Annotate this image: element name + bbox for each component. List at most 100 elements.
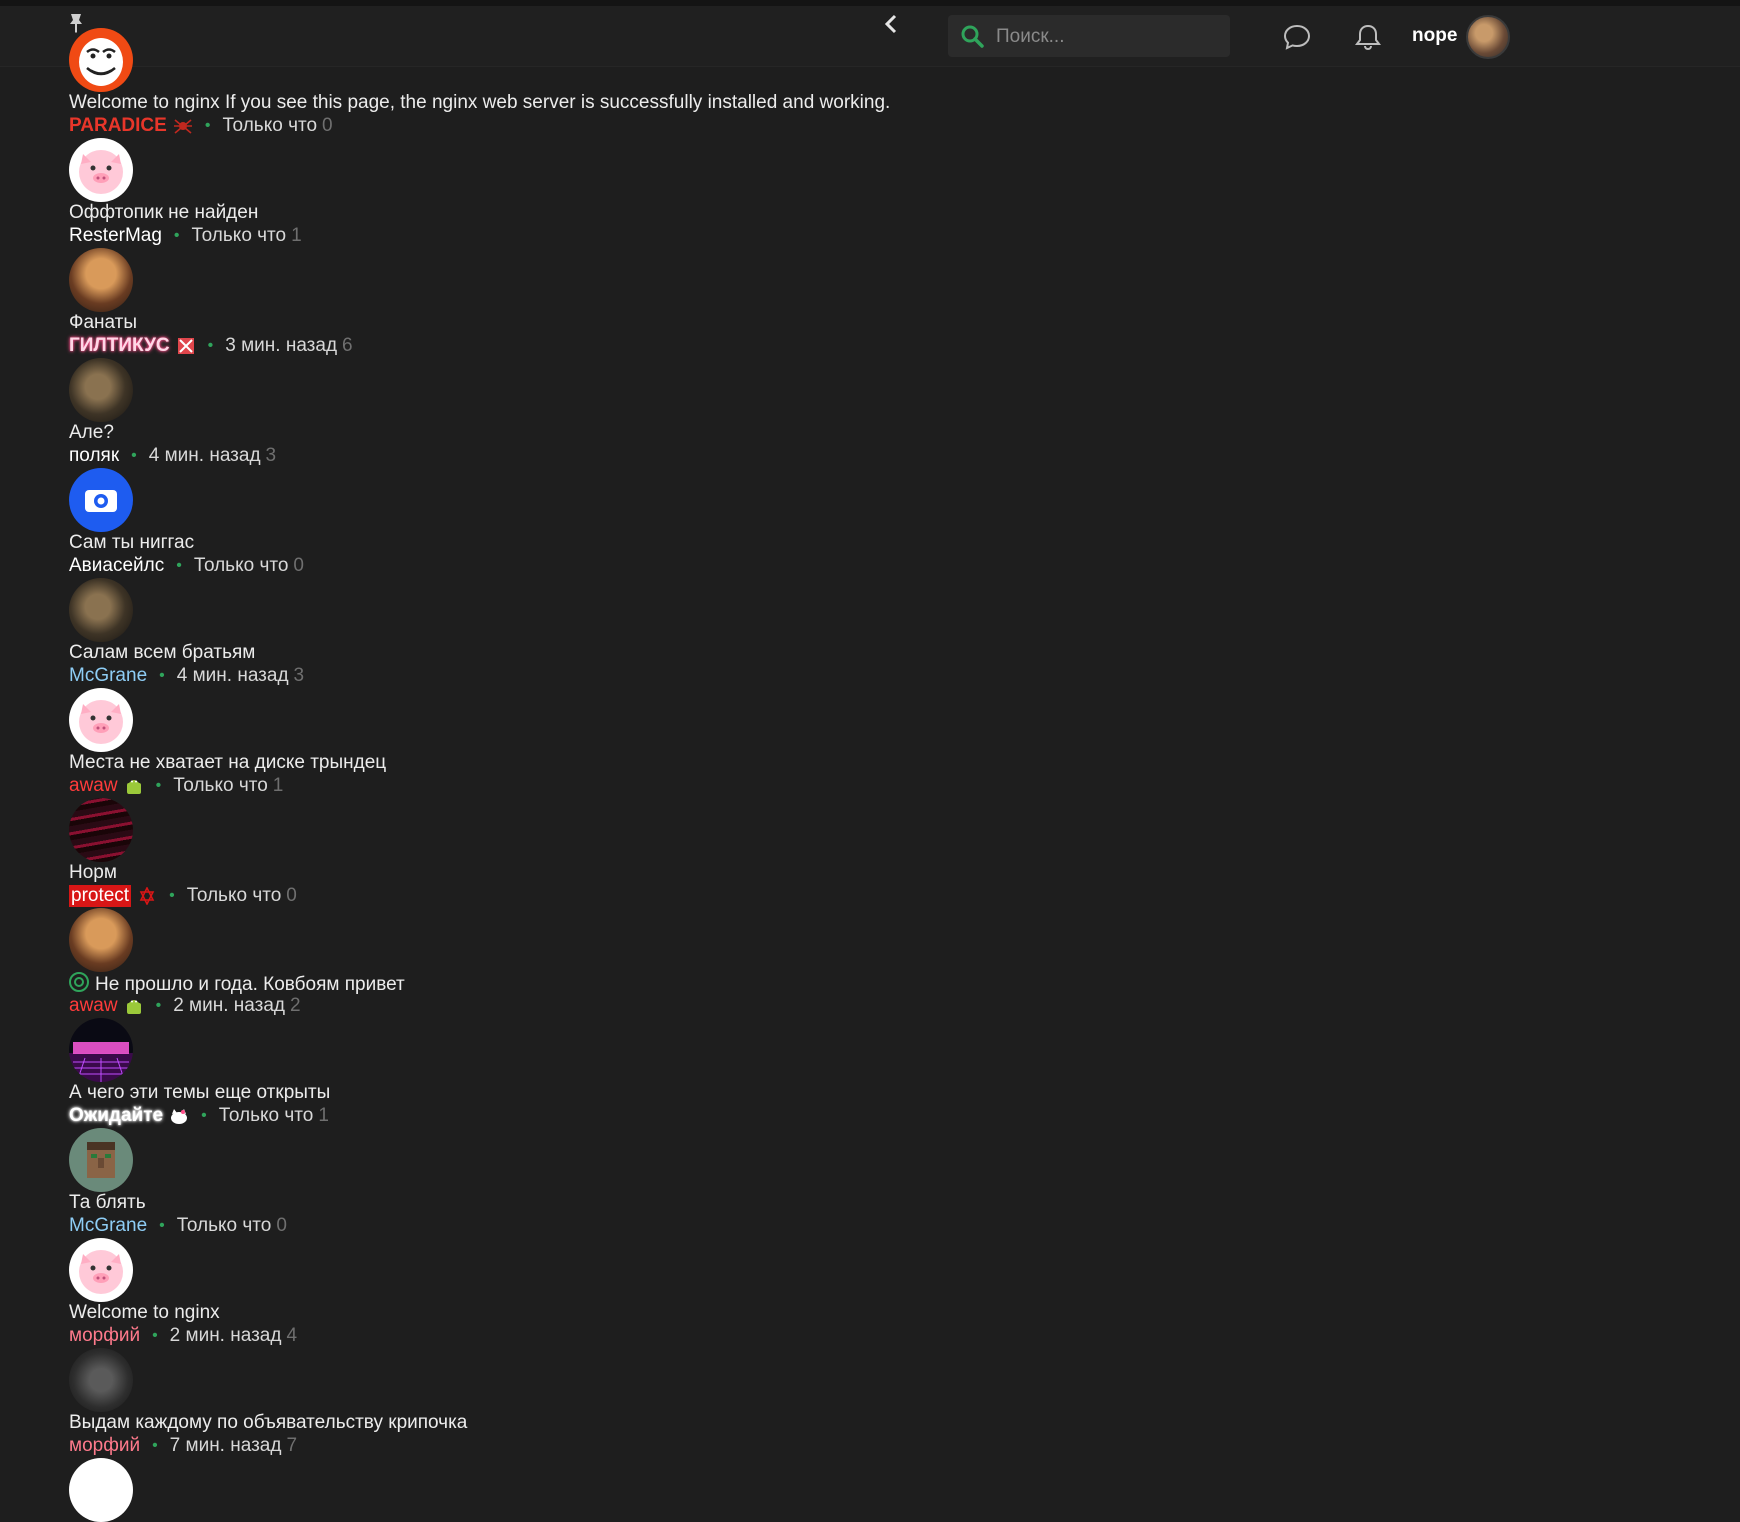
chat-icon[interactable]: [1282, 22, 1312, 52]
topic-meta: поляк • 4 мин. назад 3: [69, 445, 276, 467]
user-avatar[interactable]: [1466, 15, 1510, 59]
topic-meta: морфий • 7 мин. назад 7: [69, 1435, 297, 1457]
bell-icon[interactable]: [1353, 22, 1383, 52]
topic-title[interactable]: Не прошло и года. Ковбоям привет: [69, 972, 405, 996]
avatar[interactable]: [69, 798, 133, 862]
pig-icon: [79, 700, 123, 744]
meta-separator: •: [169, 887, 175, 904]
pig-icon: [79, 150, 123, 194]
neon-logo-icon: [73, 1042, 129, 1082]
topic-item: Сам ты ниггас Авиасейлс • Только что 0: [69, 468, 1069, 578]
topic-title[interactable]: Места не хватает на диске трындец: [69, 752, 386, 774]
topic-time: Только что: [218, 1105, 314, 1126]
villager-icon: [87, 1142, 115, 1178]
topic-author[interactable]: awaw: [69, 775, 118, 797]
star-badge-icon: [139, 887, 155, 905]
topic-title[interactable]: Та блять: [69, 1192, 146, 1214]
topic-author[interactable]: McGrane: [69, 665, 147, 687]
avatar[interactable]: [69, 578, 133, 642]
reply-count: 0: [322, 115, 333, 136]
topic-title[interactable]: Welcome to nginx: [69, 1302, 220, 1324]
topic-time: Только что: [186, 885, 282, 906]
topic-meta: ГИЛТИКУС • 3 мин. назад 6: [69, 335, 353, 357]
avatar[interactable]: [69, 358, 133, 422]
topic-author[interactable]: PARADICE: [69, 115, 167, 137]
topic-author[interactable]: морфий: [69, 1325, 140, 1347]
avatar[interactable]: [69, 688, 133, 752]
reply-count: 4: [286, 1325, 298, 1346]
troll-face-icon: [79, 38, 123, 86]
topic-title[interactable]: Салам всем братьям: [69, 642, 255, 664]
topic-time: 3 мин. назад: [225, 335, 338, 356]
avatar[interactable]: [69, 1128, 133, 1192]
topic-author[interactable]: protect: [69, 885, 132, 907]
topic-time: Только что: [193, 555, 289, 576]
android-badge-icon: [126, 1000, 141, 1014]
topic-title[interactable]: Welcome to nginx If you see this page, t…: [69, 92, 890, 114]
topic-author[interactable]: Авиасейлс: [69, 555, 164, 577]
topic-meta: awaw • Только что 1: [69, 775, 283, 797]
topic-item: Та блять McGrane • Только что 0: [69, 1128, 1069, 1238]
topic-item: [69, 1458, 1069, 1522]
topic-time: 2 мин. назад: [173, 995, 285, 1016]
meta-separator: •: [176, 557, 182, 574]
topic-title-text: Не прошло и года. Ковбоям привет: [95, 974, 405, 995]
reply-count: 2: [289, 995, 301, 1016]
avatar[interactable]: [69, 1348, 133, 1412]
camera-icon: [85, 490, 117, 512]
topic-time: Только что: [173, 775, 268, 796]
reply-count: 0: [286, 885, 297, 906]
topic-time: 4 мин. назад: [148, 445, 261, 466]
topic-meta: McGrane • 4 мин. назад 3: [69, 665, 304, 687]
avatar[interactable]: [69, 1458, 133, 1522]
topic-item: Норм protect • Только что 0: [69, 798, 1069, 908]
topic-author[interactable]: морфий: [69, 1435, 140, 1457]
topic-item: Фанаты ГИЛТИКУС • 3 мин. назад 6: [69, 248, 1069, 358]
topic-title[interactable]: А чего эти темы еще открыты: [69, 1082, 330, 1104]
meta-separator: •: [204, 117, 211, 134]
topic-title[interactable]: Выдам каждому по объявательству крипочка: [69, 1412, 467, 1434]
topic-meta: ResterMag • Только что 1: [69, 225, 302, 247]
reply-count: 3: [293, 665, 305, 686]
meta-separator: •: [207, 337, 214, 354]
topic-time: Только что: [222, 115, 318, 136]
topic-author[interactable]: awaw: [69, 995, 118, 1017]
avatar[interactable]: [69, 248, 133, 312]
topic-author[interactable]: ГИЛТИКУС: [69, 335, 170, 357]
topic-title[interactable]: Оффтопик не найден: [69, 202, 258, 224]
topic-time: Только что: [191, 225, 287, 246]
topic-meta: морфий • 2 мин. назад 4: [69, 1325, 297, 1347]
avatar[interactable]: [69, 908, 133, 972]
avatar[interactable]: [69, 138, 133, 202]
topic-title[interactable]: Фанаты: [69, 312, 137, 334]
android-badge-icon: [126, 780, 141, 794]
meta-separator: •: [159, 1217, 165, 1234]
topic-item: Welcome to nginx морфий • 2 мин. назад 4: [69, 1238, 1069, 1348]
topic-item: А чего эти темы еще открыты Ожидайте • Т…: [69, 1018, 1069, 1128]
topic-title[interactable]: Норм: [69, 862, 117, 884]
reply-count: 1: [291, 225, 302, 246]
reply-count: 0: [293, 555, 304, 576]
avatar[interactable]: [69, 1238, 133, 1302]
topic-item: Не прошло и года. Ковбоям привет awaw • …: [69, 908, 1069, 1018]
topic-title[interactable]: Сам ты ниггас: [69, 532, 194, 554]
topic-author[interactable]: Ожидайте: [69, 1105, 163, 1127]
topic-meta: PARADICE • Только что 0: [69, 115, 333, 137]
topic-time: 7 мин. назад: [169, 1435, 282, 1456]
topic-feed: Welcome to nginx If you see this page, t…: [69, 28, 1069, 1522]
topic-title[interactable]: Але?: [69, 422, 114, 444]
avatar[interactable]: [69, 1018, 133, 1082]
avatar[interactable]: [69, 468, 133, 532]
topic-time: 4 мин. назад: [176, 665, 289, 686]
topic-item: Выдам каждому по объявательству крипочка…: [69, 1348, 1069, 1458]
meta-separator: •: [159, 667, 165, 684]
reply-count: 1: [272, 775, 284, 796]
topic-author[interactable]: поляк: [69, 445, 119, 467]
topic-meta: protect • Только что 0: [69, 885, 297, 907]
topic-author[interactable]: ResterMag: [69, 225, 162, 247]
topic-author[interactable]: McGrane: [69, 1215, 147, 1237]
user-name[interactable]: nope: [1412, 25, 1457, 47]
topic-time: Только что: [176, 1215, 272, 1236]
meta-separator: •: [152, 1437, 158, 1454]
avatar[interactable]: [69, 28, 133, 92]
